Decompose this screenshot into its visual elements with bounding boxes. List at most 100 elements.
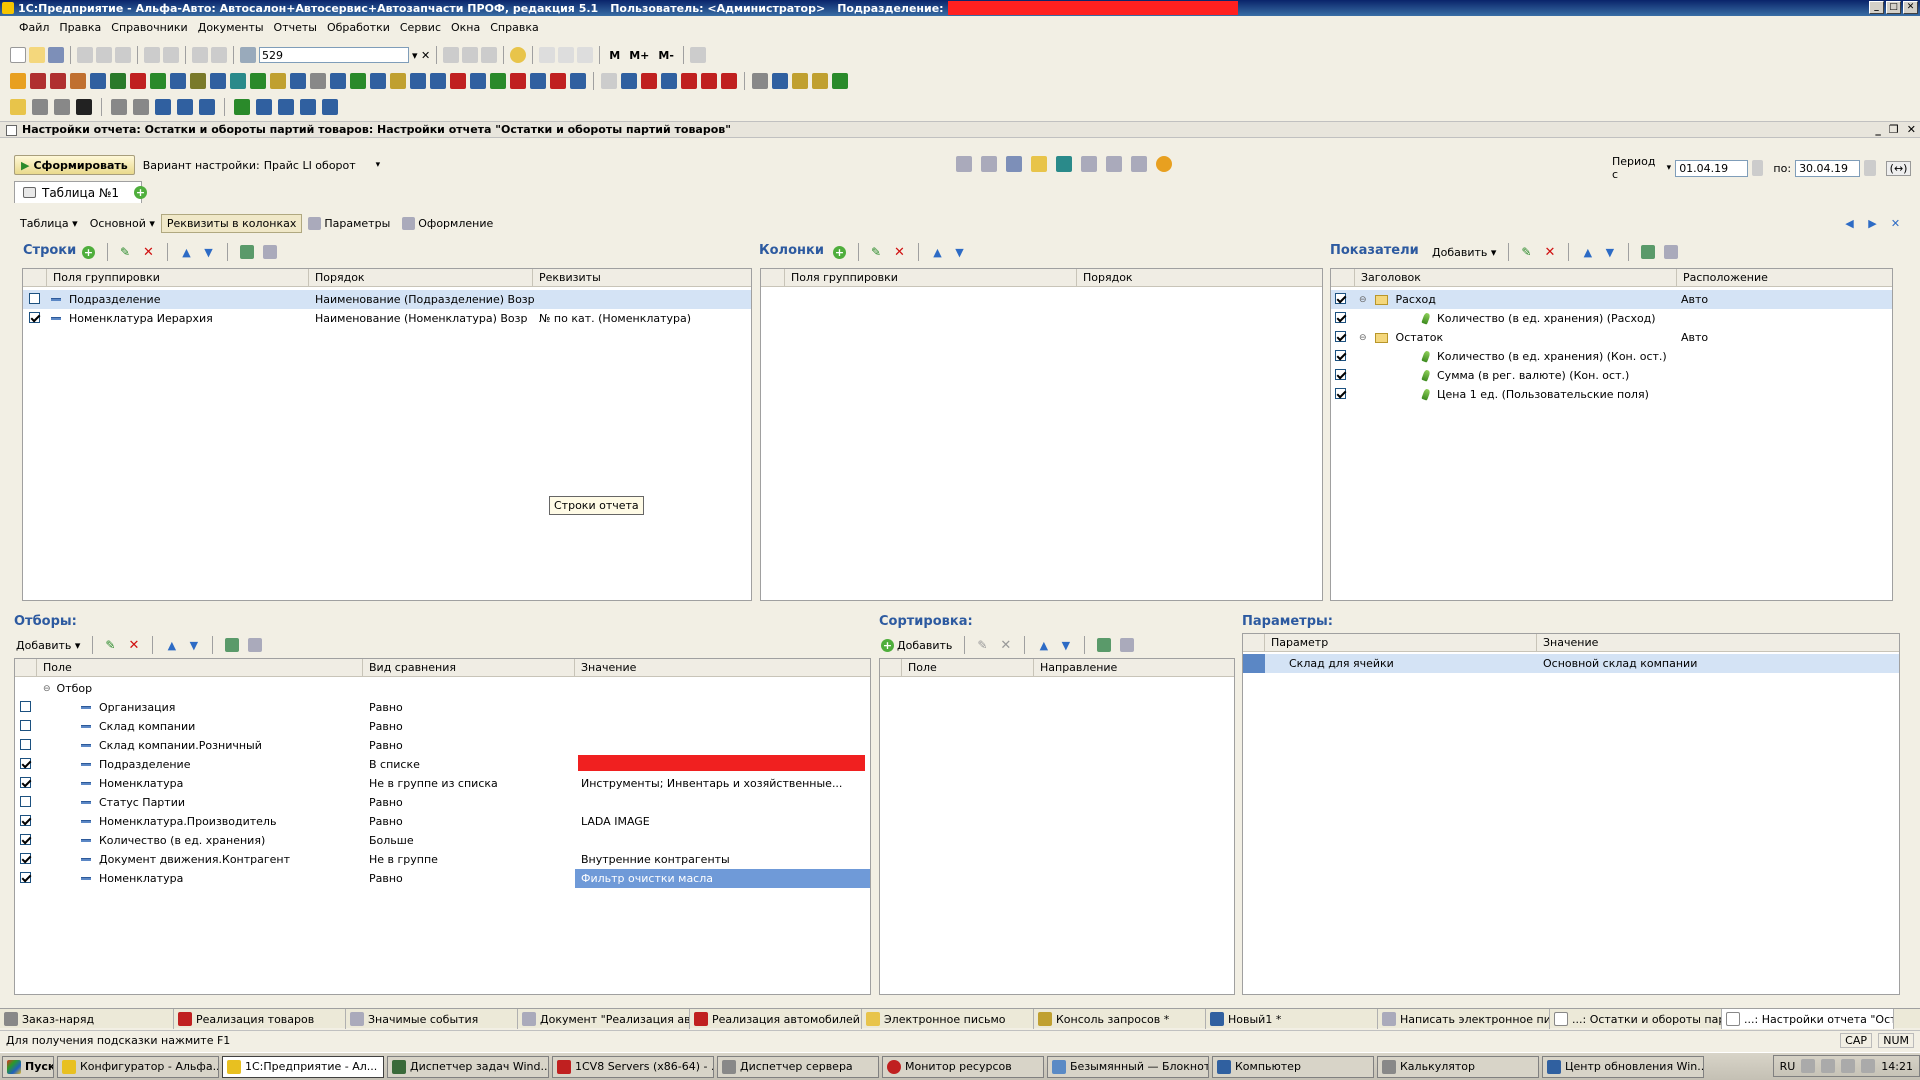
row-checkbox[interactable] bbox=[1335, 330, 1346, 342]
row-checkbox[interactable] bbox=[29, 311, 40, 323]
memory-minus-button[interactable]: M- bbox=[655, 49, 677, 62]
subtab-appearance[interactable]: Оформление bbox=[396, 216, 499, 230]
rows-down-icon[interactable]: ▼ bbox=[202, 246, 215, 259]
period-select-button[interactable]: (↔) bbox=[1885, 160, 1912, 176]
doc-icon-41[interactable] bbox=[832, 73, 848, 89]
filters-add-button[interactable]: Добавить ▾ bbox=[16, 639, 80, 652]
taskbar-item[interactable]: Диспетчер сервера bbox=[717, 1055, 879, 1078]
menu-help[interactable]: Справка bbox=[485, 21, 543, 34]
table-row[interactable]: Количество (в ед. хранения) (Кон. ост.) bbox=[1331, 347, 1892, 366]
doc-icon-35[interactable] bbox=[701, 73, 717, 89]
op-icon-1[interactable] bbox=[10, 99, 26, 115]
op-icon-3[interactable] bbox=[54, 99, 70, 115]
filter-compare[interactable]: Равно bbox=[363, 739, 575, 752]
doc-icon-37[interactable] bbox=[752, 73, 768, 89]
filters-ungroup-icon[interactable] bbox=[248, 638, 263, 652]
row-checkbox[interactable] bbox=[20, 719, 31, 731]
doc-icon-30[interactable] bbox=[601, 73, 617, 89]
table-row[interactable]: Статус Партии Равно bbox=[15, 793, 870, 812]
filter-compare[interactable]: Не в группе из списка bbox=[363, 777, 575, 790]
save-icon[interactable] bbox=[48, 47, 64, 63]
pin-icon[interactable] bbox=[577, 47, 594, 63]
sort-ungroup-icon[interactable] bbox=[1120, 638, 1135, 652]
taskbar-item[interactable]: Конфигуратор - Альфа... bbox=[57, 1055, 219, 1078]
doc-icon-19[interactable] bbox=[370, 73, 386, 89]
sort-group-icon[interactable] bbox=[1097, 638, 1112, 652]
doc-icon-21[interactable] bbox=[410, 73, 426, 89]
doc-icon-20[interactable] bbox=[390, 73, 406, 89]
filter-compare[interactable]: Больше bbox=[363, 834, 575, 847]
filter-compare[interactable]: Равно bbox=[363, 872, 575, 885]
close-button[interactable]: ✕ bbox=[1903, 1, 1918, 14]
subtab-parameters[interactable]: Параметры bbox=[302, 216, 396, 230]
rows-edit-icon[interactable]: ✎ bbox=[120, 245, 133, 259]
variant-dropdown-icon[interactable]: ▾ bbox=[376, 160, 381, 170]
sort-down-icon[interactable]: ▼ bbox=[1059, 639, 1072, 652]
calendar-from-icon[interactable] bbox=[1751, 160, 1764, 176]
window-tab[interactable]: Написать электронное пис... bbox=[1378, 1009, 1550, 1029]
window-tab[interactable]: Консоль запросов * bbox=[1034, 1009, 1206, 1029]
op-icon-13[interactable] bbox=[300, 99, 316, 115]
rows-group-icon[interactable] bbox=[240, 245, 254, 259]
calendar-to-icon[interactable] bbox=[1864, 160, 1876, 176]
sort-delete-icon[interactable]: ✕ bbox=[999, 639, 1012, 652]
row-checkbox[interactable] bbox=[1335, 349, 1346, 361]
filter-compare[interactable]: Равно bbox=[363, 701, 575, 714]
add-table-icon[interactable]: + bbox=[134, 186, 147, 199]
filter-value[interactable] bbox=[575, 717, 870, 736]
doc-icon-22[interactable] bbox=[430, 73, 446, 89]
op-icon-14[interactable] bbox=[322, 99, 338, 115]
table-row[interactable]: Номенклатура Иерархия Наименование (Номе… bbox=[23, 309, 751, 328]
filters-group-icon[interactable] bbox=[225, 638, 240, 652]
doc-icon-1[interactable] bbox=[10, 73, 26, 89]
params-col-value[interactable]: Значение bbox=[1537, 634, 1899, 651]
doc-icon-38[interactable] bbox=[772, 73, 788, 89]
tray-icon-3[interactable] bbox=[1841, 1059, 1856, 1073]
star-icon[interactable] bbox=[1031, 156, 1047, 172]
undo-icon[interactable] bbox=[192, 47, 208, 63]
doc-icon-15[interactable] bbox=[290, 73, 306, 89]
maximize-button[interactable]: □ bbox=[1886, 1, 1901, 14]
doc-icon-5[interactable] bbox=[90, 73, 106, 89]
table-row[interactable]: ⊖ Расход Авто bbox=[1331, 290, 1892, 309]
menu-windows[interactable]: Окна bbox=[446, 21, 485, 34]
doc-icon-36[interactable] bbox=[721, 73, 737, 89]
taskbar-item[interactable]: 1С:Предприятие - Ал... bbox=[222, 1055, 384, 1078]
subtab-main[interactable]: Основной ▾ bbox=[84, 217, 161, 230]
doc-icon-9[interactable] bbox=[170, 73, 186, 89]
row-checkbox[interactable] bbox=[20, 776, 31, 788]
row-checkbox[interactable] bbox=[1335, 292, 1346, 304]
doc-icon-29[interactable] bbox=[570, 73, 586, 89]
menu-processing[interactable]: Обработки bbox=[322, 21, 395, 34]
collapse-icon[interactable]: ⊖ bbox=[1359, 333, 1367, 343]
filters-col-value[interactable]: Значение bbox=[575, 659, 870, 676]
variant-value[interactable]: Прайс LI оборот bbox=[264, 159, 356, 172]
window-tab[interactable]: Новый1 * bbox=[1206, 1009, 1378, 1029]
nav-back-icon[interactable]: ◀ bbox=[1843, 217, 1856, 230]
indicators-group-icon[interactable] bbox=[1641, 245, 1656, 259]
op-icon-2[interactable] bbox=[32, 99, 48, 115]
taskbar-item[interactable]: Диспетчер задач Wind... bbox=[387, 1055, 549, 1078]
table-row[interactable]: ⊖ Остаток Авто bbox=[1331, 328, 1892, 347]
window-tab[interactable]: ...: Остатки и обороты парт... bbox=[1550, 1009, 1722, 1029]
filter-compare[interactable]: Не в группе bbox=[363, 853, 575, 866]
row-checkbox[interactable] bbox=[20, 795, 31, 807]
paste-icon[interactable] bbox=[115, 47, 131, 63]
doc-icon-12[interactable] bbox=[230, 73, 246, 89]
table-row[interactable]: Склад для ячейки Основной склад компании bbox=[1243, 654, 1899, 673]
subtab-attrs-in-columns[interactable]: Реквизиты в колонках bbox=[160, 213, 303, 233]
settings-icon-3[interactable] bbox=[1056, 156, 1072, 172]
filter-value[interactable]: Инструменты; Инвентарь и хозяйственные..… bbox=[575, 774, 870, 793]
table-row[interactable]: Количество (в ед. хранения) Больше bbox=[15, 831, 870, 850]
rows-delete-icon[interactable]: ✕ bbox=[142, 246, 155, 259]
window-tab[interactable]: Заказ-наряд bbox=[0, 1009, 174, 1029]
indicators-down-icon[interactable]: ▼ bbox=[1603, 246, 1616, 259]
doc-restore-button[interactable]: ❐ bbox=[1889, 123, 1899, 136]
rows-col-order[interactable]: Порядок bbox=[309, 269, 533, 286]
op-icon-4[interactable] bbox=[76, 99, 92, 115]
doc-icon-39[interactable] bbox=[792, 73, 808, 89]
doc-close-button[interactable]: ✕ bbox=[1907, 123, 1916, 136]
tray-icon-1[interactable] bbox=[1801, 1059, 1816, 1073]
row-checkbox[interactable] bbox=[20, 833, 31, 845]
indicators-ungroup-icon[interactable] bbox=[1664, 245, 1679, 259]
